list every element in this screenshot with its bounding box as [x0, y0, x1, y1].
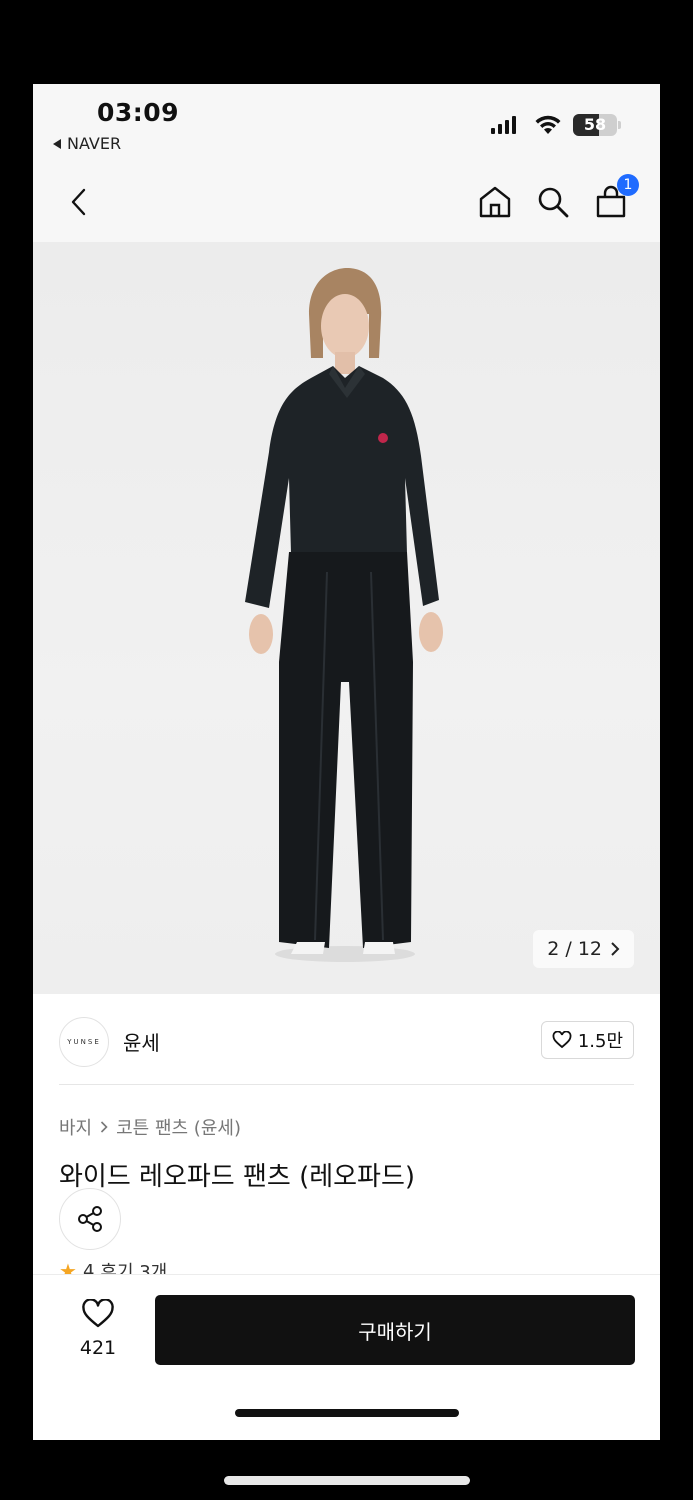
breadcrumb: 바지 코튼 팬츠 (윤세) [59, 1114, 241, 1140]
battery-level: 58 [583, 115, 607, 134]
image-counter[interactable]: 2 / 12 [533, 930, 634, 968]
brand-like-button[interactable]: 1.5만 [540, 1021, 634, 1059]
product-image[interactable]: 2 / 12 [33, 242, 660, 994]
purchase-bar: 421 구매하기 [33, 1274, 660, 1440]
phone-screen: 03:09 NAVER 58 1 2 / 12 YUNSE 윤세 1.5만 바지… [33, 84, 660, 1440]
search-icon [538, 187, 569, 218]
share-icon [78, 1206, 102, 1232]
counter-separator: / [565, 938, 572, 960]
app-header: 1 [33, 164, 660, 242]
cart-button[interactable]: 1 [591, 174, 639, 222]
back-to-app-link[interactable]: NAVER [53, 134, 121, 153]
chevron-right-icon [611, 942, 620, 956]
home-icon [479, 186, 511, 218]
counter-current: 2 [547, 938, 560, 960]
search-button[interactable] [533, 182, 573, 222]
chevron-right-icon [101, 1121, 108, 1133]
chevron-left-icon [71, 188, 86, 216]
brand-logo-text: YUNSE [67, 1038, 101, 1046]
brand-name[interactable]: 윤세 [123, 1027, 160, 1056]
back-app-label: NAVER [67, 134, 122, 153]
brand-row: YUNSE 윤세 1.5만 [59, 1009, 634, 1085]
counter-total: 12 [577, 938, 602, 960]
breadcrumb-category[interactable]: 바지 [59, 1114, 92, 1140]
breadcrumb-subcategory[interactable]: 코튼 팬츠 (윤세) [116, 1114, 241, 1140]
home-indicator[interactable] [235, 1409, 459, 1417]
cart-count-badge: 1 [617, 174, 639, 196]
back-triangle-icon [53, 138, 61, 149]
back-button[interactable] [59, 182, 99, 222]
status-time: 03:09 [97, 98, 180, 127]
brand-logo[interactable]: YUNSE [59, 1017, 109, 1067]
cellular-signal-icon [491, 116, 516, 134]
buy-button[interactable]: 구매하기 [155, 1295, 635, 1365]
wishlist-count: 421 [79, 1337, 117, 1359]
heart-icon [552, 1031, 572, 1049]
product-title: 와이드 레오파드 팬츠 (레오파드) [59, 1162, 416, 1192]
outer-home-indicator [224, 1476, 470, 1485]
battery-icon: 58 [573, 114, 617, 136]
heart-icon [82, 1298, 114, 1328]
wifi-icon [535, 115, 561, 134]
status-bar: 03:09 NAVER 58 [33, 84, 660, 164]
model-photo [245, 268, 443, 962]
share-button[interactable] [59, 1188, 121, 1250]
home-button[interactable] [475, 182, 515, 222]
wishlist-button[interactable]: 421 [73, 1298, 123, 1359]
battery-cap [618, 121, 621, 129]
brand-like-count: 1.5만 [577, 1031, 623, 1052]
